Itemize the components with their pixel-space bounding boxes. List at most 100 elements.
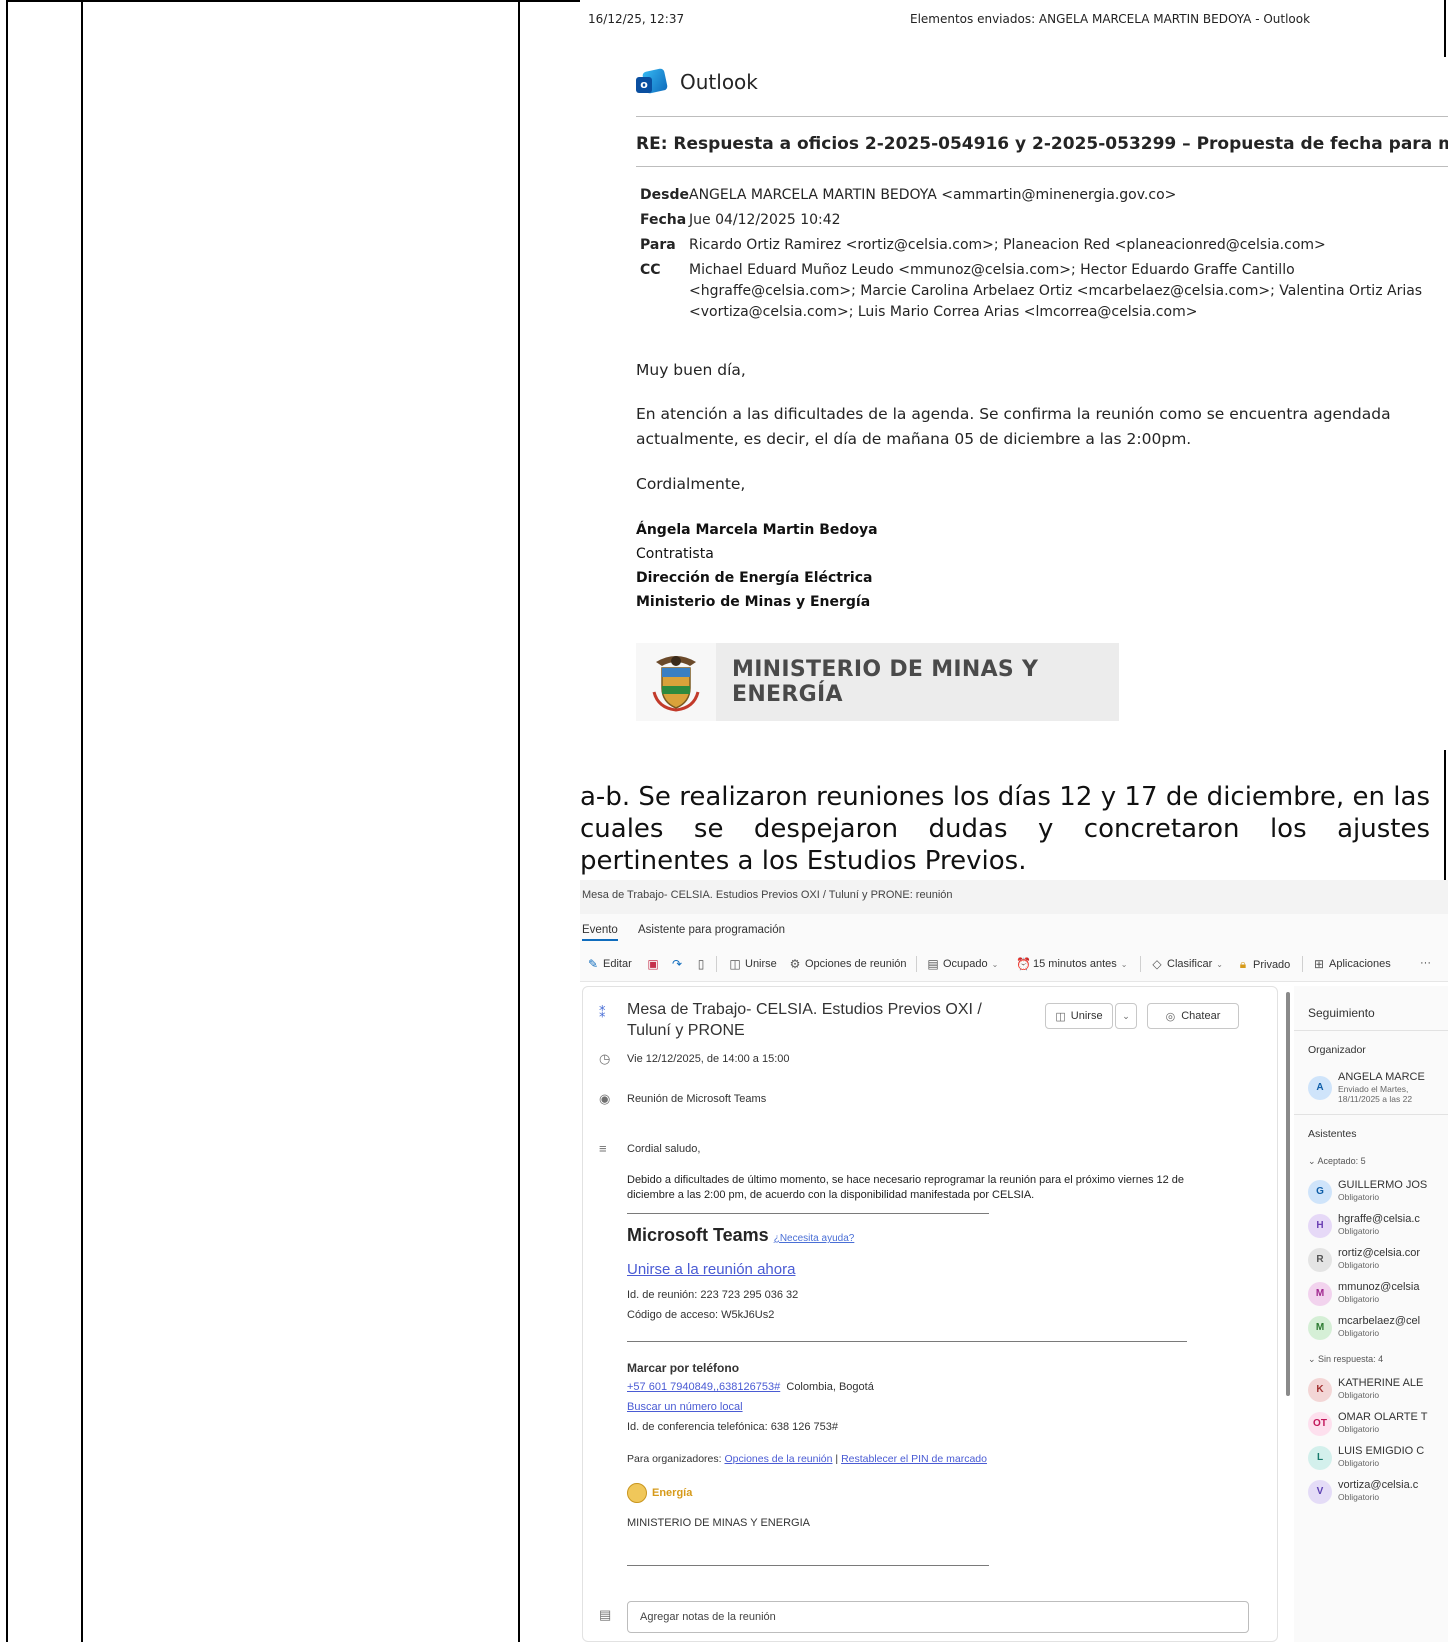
energia-crest-icon	[627, 1483, 647, 1503]
signature-name: Ángela Marcela Martin Bedoya	[636, 522, 878, 538]
teams-heading-text: Microsoft Teams	[627, 1225, 769, 1245]
attendee-name: vortiza@celsia.c	[1338, 1479, 1419, 1491]
toolbar-join-label: Unirse	[745, 958, 777, 970]
edit-button[interactable]: ✎ Editar	[586, 957, 632, 971]
email-cc-row: CC Michael Eduard Muñoz Leudo <mmunoz@ce…	[640, 260, 1440, 326]
attendee-entry[interactable]: Mmmunoz@celsia Obligatorio	[1308, 1280, 1448, 1308]
copy-icon: ▯	[697, 957, 705, 971]
dial-city: Colombia, Bogotá	[786, 1381, 874, 1393]
chevron-down-icon: ⌄	[1308, 1156, 1318, 1166]
classify-label: Clasificar	[1167, 958, 1213, 970]
edit-label: Editar	[603, 958, 632, 970]
narrative-paragraph: a-b. Se realizaron reuniones los días 12…	[580, 782, 1430, 876]
separator-line	[627, 1565, 989, 1566]
signature-role: Contratista	[636, 546, 714, 562]
attendee-entry[interactable]: Rrortiz@celsia.cor Obligatorio	[1308, 1246, 1448, 1274]
reset-pin-link[interactable]: Restablecer el PIN de marcado	[841, 1453, 987, 1465]
chat-button-label: Chatear	[1181, 1010, 1221, 1022]
email-from-row: Desde ANGELA MARCELA MARTIN BEDOYA <amma…	[640, 185, 1440, 206]
lock-icon: 🔒︎	[1239, 957, 1247, 971]
dial-number-link[interactable]: +57 601 7940849,,638126753#	[627, 1381, 780, 1393]
attendee-role: Obligatorio	[1338, 1424, 1380, 1434]
coat-of-arms-icon	[636, 643, 716, 721]
organizer-entry[interactable]: A ANGELA MARCE Enviado el Martes, 18/11/…	[1308, 1070, 1448, 1108]
avatar: K	[1308, 1378, 1332, 1402]
cancel-meeting-button[interactable]: ▣	[646, 957, 663, 971]
private-button[interactable]: 🔒︎ Privado	[1236, 957, 1291, 972]
no-response-label: Sin respuesta: 4	[1318, 1354, 1384, 1364]
attendee-role: Obligatorio	[1338, 1260, 1380, 1270]
print-title: Elementos enviados: ANGELA MARCELA MARTI…	[910, 12, 1311, 26]
attendee-name: KATHERINE ALE	[1338, 1377, 1424, 1389]
to-value: Ricardo Ortiz Ramirez <rortiz@celsia.com…	[689, 237, 1326, 253]
date-label: Fecha	[640, 212, 687, 228]
chat-button[interactable]: ◎ Chatear	[1147, 1003, 1239, 1029]
more-icon: ···	[1420, 957, 1431, 969]
meeting-options-button[interactable]: ⚙ Opciones de reunión	[788, 957, 907, 971]
separator-line	[627, 1341, 1187, 1342]
join-options-dropdown[interactable]: ⌄	[1115, 1003, 1137, 1029]
email-greeting: Muy buen día,	[636, 361, 746, 379]
tab-scheduling-assistant[interactable]: Asistente para programación	[638, 924, 785, 936]
busy-status-dropdown[interactable]: ▤ Ocupado ⌄	[926, 957, 998, 971]
reminder-dropdown[interactable]: ⏰ 15 minutos antes ⌄	[1016, 957, 1127, 971]
meeting-options-label: Opciones de reunión	[805, 958, 907, 970]
attendee-entry[interactable]: G GUILLERMO JOS Obligatorio	[1308, 1178, 1448, 1206]
attendee-entry[interactable]: K KATHERINE ALE Obligatorio	[1308, 1376, 1448, 1404]
description-icon: ≡	[599, 1141, 607, 1156]
teams-help-link[interactable]: ¿Necesita ayuda?	[774, 1233, 855, 1244]
attendee-name: hgraffe@celsia.c	[1338, 1213, 1420, 1225]
avatar: A	[1308, 1076, 1332, 1100]
forward-button[interactable]: ↷	[670, 957, 687, 971]
ministry-banner-line-1: MINISTERIO DE MINAS Y	[732, 657, 1039, 682]
ministry-footer: MINISTERIO DE MINAS Y ENERGIA	[627, 1517, 810, 1529]
attendee-entry[interactable]: Mmcarbelaez@cel Obligatorio	[1308, 1314, 1448, 1342]
event-datetime: Vie 12/12/2025, de 14:00 a 15:00	[627, 1053, 790, 1065]
calendar-cancel-icon: ▣	[647, 957, 659, 971]
meeting-notes-input[interactable]: Agregar notas de la reunión	[627, 1601, 1249, 1633]
accepted-group-toggle[interactable]: ⌄ Aceptado: 5	[1308, 1156, 1366, 1167]
attendee-role: Obligatorio	[1338, 1390, 1380, 1400]
location-icon: ◉	[599, 1091, 611, 1106]
avatar: V	[1308, 1480, 1332, 1504]
email-body-line-2: actualmente, es decir, el día de mañana …	[636, 430, 1192, 448]
avatar: H	[1308, 1214, 1332, 1238]
tab-evento[interactable]: Evento	[582, 924, 618, 941]
details-scrollbar[interactable]	[1286, 992, 1290, 1396]
attendee-role: Obligatorio	[1338, 1492, 1380, 1502]
attendee-name: rortiz@celsia.cor	[1338, 1247, 1421, 1259]
attendee-entry[interactable]: OT OMAR OLARTE T Obligatorio	[1308, 1410, 1448, 1438]
toolbar-join-button[interactable]: ◫ Unirse	[728, 957, 777, 971]
event-window-title: Mesa de Trabajo- CELSIA. Estudios Previo…	[580, 880, 1448, 914]
notes-icon: ▤	[599, 1607, 612, 1622]
toolbar-separator	[1140, 956, 1141, 972]
apps-label: Aplicaciones	[1329, 958, 1391, 970]
tag-icon: ◇	[1152, 957, 1162, 971]
no-response-group-toggle[interactable]: ⌄ Sin respuesta: 4	[1308, 1354, 1383, 1365]
join-meeting-link[interactable]: Unirse a la reunión ahora	[627, 1261, 795, 1278]
apps-button[interactable]: ⊞ Aplicaciones	[1312, 957, 1391, 971]
alarm-clock-icon: ⏰	[1016, 957, 1031, 971]
date-value: Jue 04/12/2025 10:42	[689, 212, 841, 228]
chevron-down-icon: ⌄	[1308, 1354, 1319, 1364]
from-value: ANGELA MARCELA MARTIN BEDOYA <ammartin@m…	[689, 187, 1177, 203]
accepted-label: Aceptado: 5	[1317, 1156, 1366, 1166]
attendee-entry[interactable]: L LUIS EMIGDIO C Obligatorio	[1308, 1444, 1448, 1472]
copy-button[interactable]: ▯	[694, 957, 711, 971]
meeting-options-link[interactable]: Opciones de la reunión	[724, 1453, 832, 1465]
avatar: L	[1308, 1446, 1332, 1470]
sidebar-divider	[1294, 1114, 1448, 1115]
attendee-entry[interactable]: Vvortiza@celsia.c Obligatorio	[1308, 1478, 1448, 1506]
more-options-button[interactable]: ···	[1420, 957, 1431, 969]
print-date: 16/12/25, 12:37	[588, 12, 685, 26]
chat-icon: ◎	[1165, 1010, 1176, 1023]
find-local-number-link[interactable]: Buscar un número local	[627, 1401, 743, 1413]
attendee-role: Obligatorio	[1338, 1294, 1380, 1304]
attendee-entry[interactable]: Hhgraffe@celsia.c Obligatorio	[1308, 1212, 1448, 1240]
chevron-down-icon: ⌄	[1122, 1010, 1130, 1021]
email-closing: Cordialmente,	[636, 475, 746, 493]
email-subject: RE: Respuesta a oficios 2-2025-054916 y …	[636, 134, 1448, 154]
classify-dropdown[interactable]: ◇ Clasificar ⌄	[1150, 957, 1223, 971]
join-meeting-button[interactable]: ◫ Unirse	[1045, 1003, 1113, 1029]
event-toolbar: ✎ Editar ▣ ↷ ▯ ◫ Unirse ⚙ Opciones de reuni…	[580, 946, 1448, 982]
